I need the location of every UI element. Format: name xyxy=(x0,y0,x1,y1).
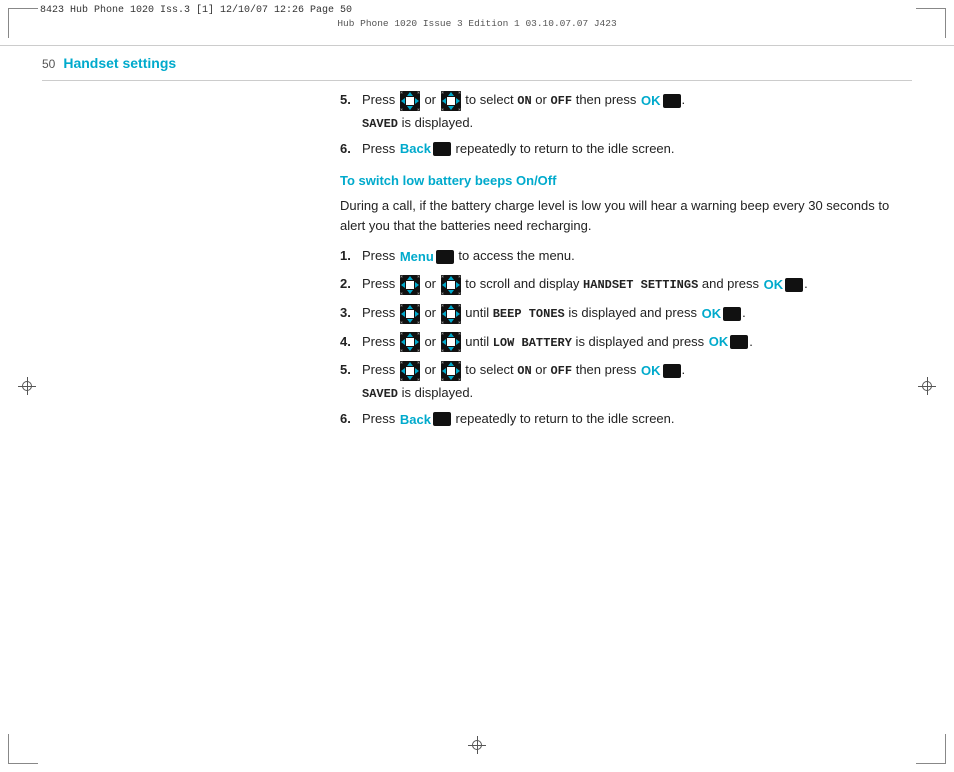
nav-btn-2a xyxy=(400,275,420,295)
ok-text-2: OK xyxy=(764,275,784,295)
ok-text-4: OK xyxy=(709,332,729,352)
menu-text-1: Menu xyxy=(400,247,434,267)
step-5-line-1: 5. Press or to select ON or OFF then pre… xyxy=(340,90,912,111)
nav-btn-2b xyxy=(441,275,461,295)
ok-bar-5b xyxy=(663,364,681,378)
saved-text-5b: SAVED is displayed. xyxy=(340,385,912,401)
ok-btn-4: OK xyxy=(709,332,749,352)
step-5-num-2: 5. xyxy=(340,360,358,380)
step-5-content-2: Press or to select ON or OFF then press … xyxy=(362,360,912,381)
step-3-line: 3. Press or until BEEP TONES is displaye… xyxy=(340,303,912,324)
header-top-text: 8423 Hub Phone 1020 Iss.3 [1] 12/10/07 1… xyxy=(0,0,954,17)
ok-bar-3 xyxy=(723,307,741,321)
reg-mark-right xyxy=(918,377,936,395)
mono-on-5a: ON xyxy=(517,94,531,108)
description-para: During a call, if the battery charge lev… xyxy=(340,196,912,236)
ok-bar-4 xyxy=(730,335,748,349)
reg-mark-bottom xyxy=(468,736,486,754)
menu-bar-1 xyxy=(436,250,454,264)
ok-btn-2: OK xyxy=(764,275,804,295)
back-text-6b: Back xyxy=(400,410,431,430)
step-1-num: 1. xyxy=(340,246,358,266)
back-text-6a: Back xyxy=(400,139,431,159)
step-1-content: Press Menu to access the menu. xyxy=(362,246,912,266)
ok-btn-5b: OK xyxy=(641,361,681,381)
page-number: 50 xyxy=(42,57,55,71)
back-bar-6a xyxy=(433,142,451,156)
step-6-num-1: 6. xyxy=(340,139,358,159)
step-6-block-2: 6. Press Back repeatedly to return to th… xyxy=(340,409,912,429)
step-2-num: 2. xyxy=(340,274,358,294)
section-divider xyxy=(42,80,912,81)
menu-btn-1: Menu xyxy=(400,247,454,267)
nav-btn-5c xyxy=(400,361,420,381)
step-4-block: 4. Press or until LOW BATTERY is display… xyxy=(340,332,912,353)
nav-btn-up-5a xyxy=(400,91,420,111)
nav-btn-5d xyxy=(441,361,461,381)
step-6-line-1: 6. Press Back repeatedly to return to th… xyxy=(340,139,912,159)
step-4-content: Press or until LOW BATTERY is displayed … xyxy=(362,332,912,353)
step-1-line: 1. Press Menu to access the menu. xyxy=(340,246,912,266)
nav-btn-down-5a xyxy=(441,91,461,111)
nav-btn-4a xyxy=(400,332,420,352)
ok-bar-5a xyxy=(663,94,681,108)
step-6-block-1: 6. Press Back repeatedly to return to th… xyxy=(340,139,912,159)
step-4-num: 4. xyxy=(340,332,358,352)
step-5-content: Press or to select ON or OFF then press … xyxy=(362,90,912,111)
back-btn-6b: Back xyxy=(400,410,451,430)
reg-mark-left xyxy=(18,377,36,395)
back-btn-6a: Back xyxy=(400,139,451,159)
saved-mono-5b: SAVED xyxy=(362,387,398,401)
step-6-num-2: 6. xyxy=(340,409,358,429)
mono-on-5b: ON xyxy=(517,364,531,378)
ok-btn-3: OK xyxy=(702,304,742,324)
step-2-block: 2. Press or to scroll and display HANDSE… xyxy=(340,274,912,295)
step-6-line-2: 6. Press Back repeatedly to return to th… xyxy=(340,409,912,429)
nav-btn-3b xyxy=(441,304,461,324)
step-5-line-2: 5. Press or to select ON or OFF then pre… xyxy=(340,360,912,381)
step-1-block: 1. Press Menu to access the menu. xyxy=(340,246,912,266)
step-3-num: 3. xyxy=(340,303,358,323)
mono-beep: BEEP TONES xyxy=(493,307,565,321)
saved-mono-5a: SAVED xyxy=(362,117,398,131)
ok-btn-5a: OK xyxy=(641,91,681,111)
content-area: 5. Press or to select ON or OFF then pre… xyxy=(340,90,912,722)
mono-off-5b: OFF xyxy=(550,364,572,378)
step-3-block: 3. Press or until BEEP TONES is displaye… xyxy=(340,303,912,324)
subsection-heading: To switch low battery beeps On/Off xyxy=(340,173,912,188)
step-2-content: Press or to scroll and display HANDSET S… xyxy=(362,274,912,295)
ok-text-5a: OK xyxy=(641,91,661,111)
page-num-section: 50 Handset settings xyxy=(42,55,176,71)
back-bar-6b xyxy=(433,412,451,426)
step-5-block-2: 5. Press or to select ON or OFF then pre… xyxy=(340,360,912,401)
step-3-content: Press or until BEEP TONES is displayed a… xyxy=(362,303,912,324)
step-4-line: 4. Press or until LOW BATTERY is display… xyxy=(340,332,912,353)
mono-handset: HANDSET SETTINGS xyxy=(583,278,698,292)
ok-text-5b: OK xyxy=(641,361,661,381)
nav-btn-3a xyxy=(400,304,420,324)
corner-br xyxy=(916,734,946,764)
step-2-line: 2. Press or to scroll and display HANDSE… xyxy=(340,274,912,295)
saved-text-5a: SAVED is displayed. xyxy=(340,115,912,131)
section-title: Handset settings xyxy=(63,55,176,71)
step-5-num: 5. xyxy=(340,90,358,110)
ok-text-3: OK xyxy=(702,304,722,324)
step-6-content-2: Press Back repeatedly to return to the i… xyxy=(362,409,912,429)
step-5-block-1: 5. Press or to select ON or OFF then pre… xyxy=(340,90,912,131)
step-6-content-1: Press Back repeatedly to return to the i… xyxy=(362,139,912,159)
mono-off-5a: OFF xyxy=(550,94,572,108)
header-sub-text: Hub Phone 1020 Issue 3 Edition 1 03.10.0… xyxy=(0,17,954,29)
header: 8423 Hub Phone 1020 Iss.3 [1] 12/10/07 1… xyxy=(0,0,954,46)
mono-low-battery: LOW BATTERY xyxy=(493,336,572,350)
nav-btn-4b xyxy=(441,332,461,352)
ok-bar-2 xyxy=(785,278,803,292)
corner-bl xyxy=(8,734,38,764)
